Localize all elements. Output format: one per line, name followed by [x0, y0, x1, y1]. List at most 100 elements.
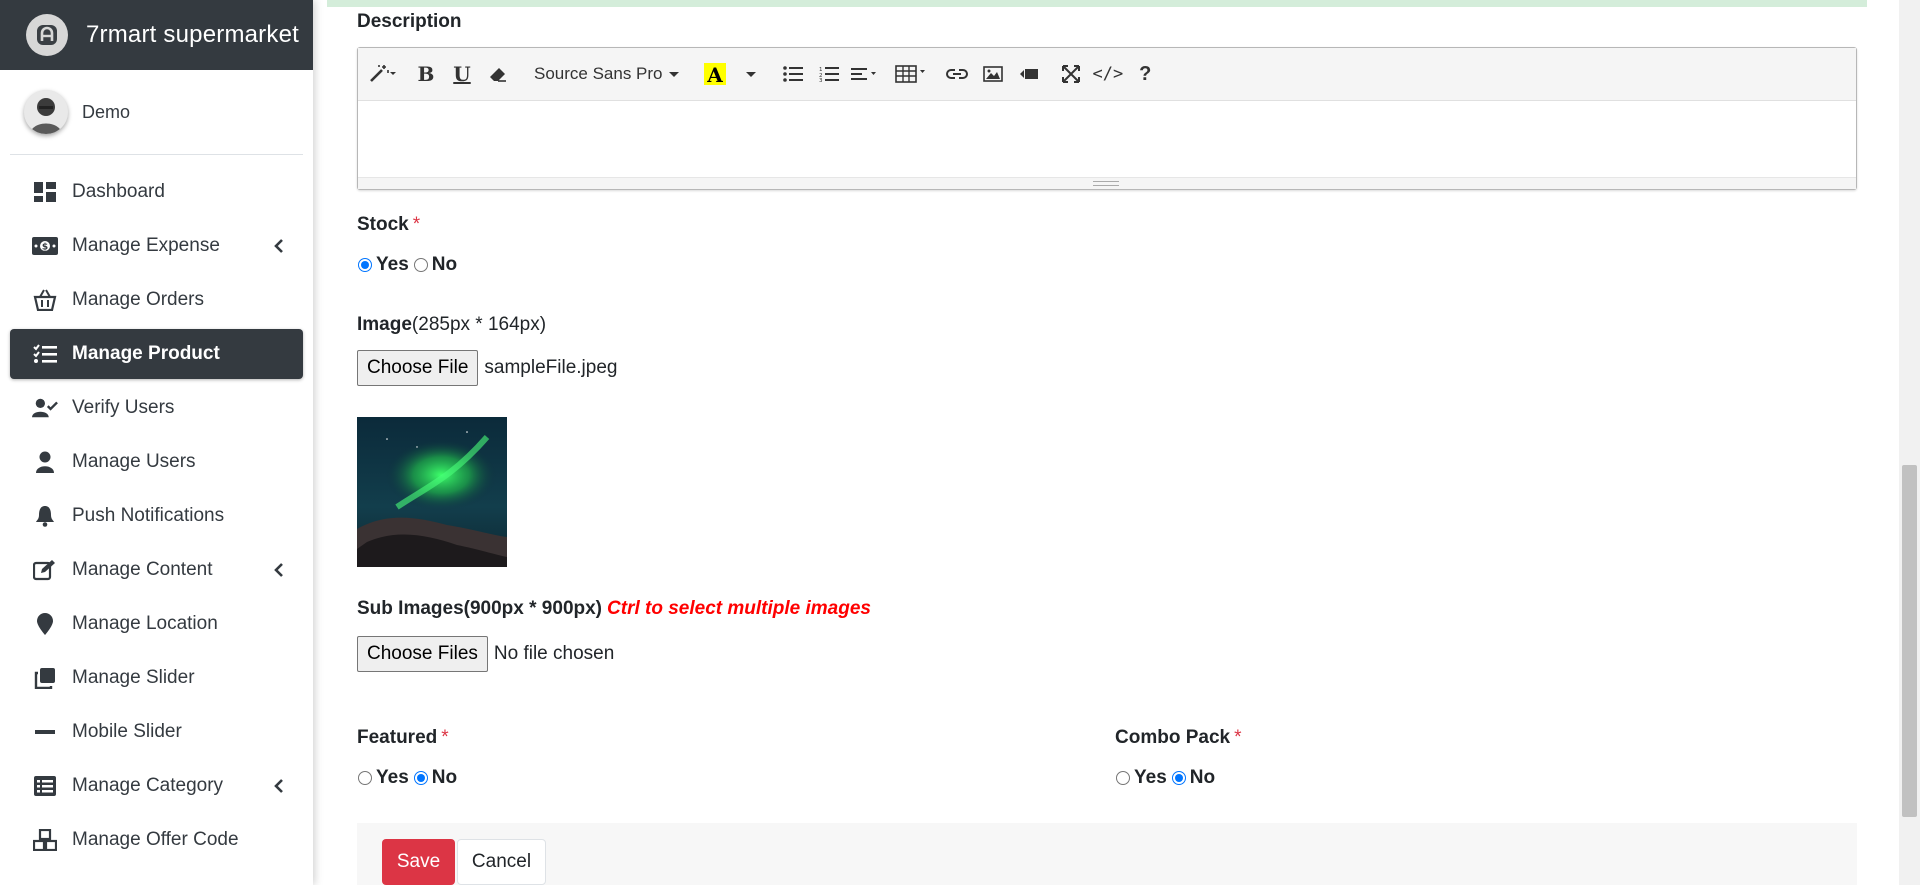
- sidebar-item-label: Manage Expense: [72, 235, 220, 256]
- featured-yes-label[interactable]: Yes: [376, 767, 409, 789]
- combo-pack-label: Combo Pack *: [1115, 727, 1242, 749]
- user-name: Demo: [82, 101, 131, 122]
- description-label: Description: [357, 11, 462, 32]
- bold-icon[interactable]: B: [408, 56, 444, 92]
- editor-content-area[interactable]: [358, 101, 1856, 177]
- sub-images-warning: Ctrl to select multiple images: [607, 598, 871, 619]
- user-check-icon: [32, 395, 58, 421]
- sidebar-item-manage-orders[interactable]: Manage Orders: [10, 275, 303, 325]
- code-view-icon[interactable]: </>: [1089, 56, 1128, 92]
- sidebar-item-label: Manage Users: [72, 451, 196, 472]
- cubes-icon: [32, 827, 58, 853]
- sidebar-item-label: Verify Users: [72, 397, 175, 418]
- page-scrollbar[interactable]: [1899, 0, 1920, 885]
- font-family-select[interactable]: Source Sans Pro: [522, 56, 691, 92]
- description-editor: B U Source Sans Pro A 1 2 3 </> ?: [357, 47, 1857, 190]
- featured-yes-radio[interactable]: [358, 771, 372, 785]
- brand-name: 7rmart supermarket: [86, 21, 299, 48]
- sub-images-file-input: Choose Files No file chosen: [357, 636, 614, 672]
- sidebar-item-label: Manage Offer Code: [72, 829, 239, 850]
- stock-no-radio[interactable]: [413, 258, 428, 272]
- stock-yes-label[interactable]: Yes: [376, 254, 409, 276]
- chevron-left-icon: [274, 239, 283, 253]
- image-label-text: Image: [357, 314, 412, 335]
- scrollbar-thumb[interactable]: [1902, 465, 1917, 817]
- chevron-down-icon: [668, 71, 679, 77]
- sidebar-item-mobile-slider[interactable]: Mobile Slider: [10, 707, 303, 757]
- sidebar-item-label: Manage Product: [72, 343, 220, 364]
- avatar: [24, 90, 68, 134]
- clone-icon: [32, 665, 58, 691]
- sub-images-choose-files-button[interactable]: Choose Files: [357, 636, 488, 672]
- svg-text:3: 3: [819, 78, 823, 82]
- sidebar-item-manage-users[interactable]: Manage Users: [10, 437, 303, 487]
- brand-logo-icon: [26, 14, 68, 56]
- unordered-list-icon[interactable]: [775, 56, 811, 92]
- sidebar-nav: Dashboard $ Manage Expense Manage Orders…: [0, 155, 313, 865]
- video-icon[interactable]: [1011, 56, 1047, 92]
- sidebar-item-manage-category[interactable]: Manage Category: [10, 761, 303, 811]
- cancel-button[interactable]: Cancel: [457, 839, 546, 885]
- color-dropdown-icon[interactable]: [733, 56, 769, 92]
- stock-yes-radio[interactable]: [358, 258, 372, 272]
- stock-label-text: Stock: [357, 214, 409, 235]
- map-marker-icon: [32, 611, 58, 637]
- sidebar-item-label: Manage Content: [72, 559, 213, 580]
- combo-pack-yes-radio[interactable]: [1116, 771, 1130, 785]
- link-icon[interactable]: [939, 56, 975, 92]
- dashboard-icon: [32, 179, 58, 205]
- underline-icon[interactable]: U: [444, 56, 480, 92]
- main-content: Description B U Source Sans Pro A 1 2 3 …: [313, 0, 1899, 885]
- stock-no-label[interactable]: No: [432, 254, 457, 276]
- svg-text:$: $: [42, 243, 48, 253]
- image-file-input: Choose File sampleFile.jpeg: [357, 350, 617, 386]
- svg-text:A: A: [706, 63, 723, 87]
- featured-no-radio[interactable]: [413, 771, 428, 785]
- sidebar: 7rmart supermarket Demo Dashboard $ Mana…: [0, 0, 313, 885]
- success-alert-strip: [327, 0, 1867, 7]
- eraser-icon[interactable]: [480, 56, 516, 92]
- ordered-list-icon[interactable]: 123: [811, 56, 847, 92]
- sidebar-item-dashboard[interactable]: Dashboard: [10, 167, 303, 217]
- help-icon[interactable]: ?: [1127, 56, 1163, 92]
- table-icon[interactable]: [891, 56, 933, 92]
- sidebar-item-manage-content[interactable]: Manage Content: [10, 545, 303, 595]
- font-color-icon[interactable]: A: [697, 56, 733, 92]
- form-footer: Save Cancel: [357, 823, 1857, 885]
- editor-resize-handle[interactable]: [358, 177, 1856, 189]
- sidebar-item-manage-product[interactable]: Manage Product: [10, 329, 303, 379]
- picture-icon[interactable]: [975, 56, 1011, 92]
- sub-images-label: Sub Images(900px * 900px) Ctrl to select …: [357, 598, 871, 620]
- magic-wand-icon[interactable]: [364, 56, 402, 92]
- sidebar-item-label: Manage Slider: [72, 667, 195, 688]
- combo-pack-no-radio[interactable]: [1171, 771, 1186, 785]
- sidebar-item-manage-location[interactable]: Manage Location: [10, 599, 303, 649]
- combo-pack-no-label[interactable]: No: [1190, 767, 1215, 789]
- brand-link[interactable]: 7rmart supermarket: [0, 0, 313, 70]
- sidebar-item-verify-users[interactable]: Verify Users: [10, 383, 303, 433]
- featured-label-text: Featured: [357, 727, 438, 748]
- combo-pack-yes-label[interactable]: Yes: [1134, 767, 1167, 789]
- featured-radio-group: Yes No: [357, 767, 461, 789]
- sidebar-item-manage-slider[interactable]: Manage Slider: [10, 653, 303, 703]
- sidebar-item-label: Mobile Slider: [72, 721, 182, 742]
- sidebar-item-manage-expense[interactable]: $ Manage Expense: [10, 221, 303, 271]
- sidebar-item-manage-offer-code[interactable]: Manage Offer Code: [10, 815, 303, 865]
- sidebar-item-label: Dashboard: [72, 181, 165, 202]
- sidebar-item-label: Manage Category: [72, 775, 224, 796]
- user-panel[interactable]: Demo: [10, 70, 303, 155]
- sub-images-size-hint: (900px * 900px): [463, 598, 603, 619]
- paragraph-align-icon[interactable]: [847, 56, 885, 92]
- image-file-name: sampleFile.jpeg: [484, 357, 618, 378]
- fullscreen-icon[interactable]: [1053, 56, 1089, 92]
- sub-images-label-text: Sub Images: [357, 598, 464, 619]
- user-icon: [32, 449, 58, 475]
- bell-icon: [32, 503, 58, 529]
- form-actions: Save Cancel: [382, 839, 546, 885]
- required-marker: *: [441, 727, 449, 748]
- image-choose-file-button[interactable]: Choose File: [357, 350, 479, 386]
- sub-images-file-name: No file chosen: [493, 643, 615, 664]
- sidebar-item-push-notifications[interactable]: Push Notifications: [10, 491, 303, 541]
- featured-no-label[interactable]: No: [432, 767, 457, 789]
- save-button[interactable]: Save: [382, 839, 455, 885]
